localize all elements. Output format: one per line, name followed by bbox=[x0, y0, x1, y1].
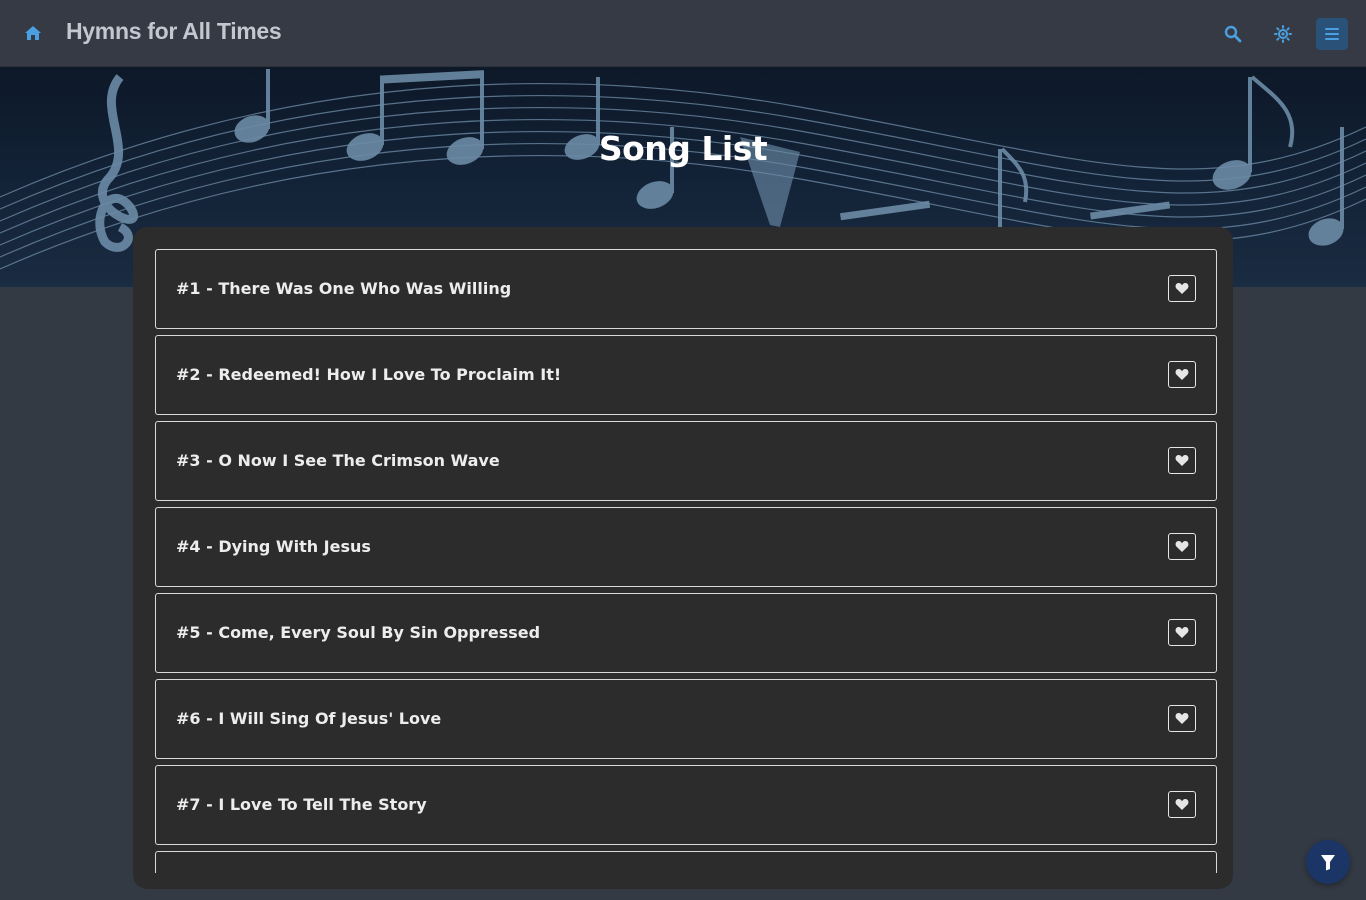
home-button[interactable] bbox=[22, 22, 44, 44]
song-item-5[interactable]: #5 - Come, Every Soul By Sin Oppressed bbox=[155, 593, 1217, 673]
favorite-button[interactable] bbox=[1168, 275, 1196, 302]
song-list-panel: #1 - There Was One Who Was Willing #2 - … bbox=[133, 227, 1233, 889]
song-list[interactable]: #1 - There Was One Who Was Willing #2 - … bbox=[155, 249, 1217, 873]
hamburger-menu-icon bbox=[1325, 28, 1339, 40]
heart-icon bbox=[1175, 369, 1189, 380]
favorite-button[interactable] bbox=[1168, 447, 1196, 474]
song-title: #5 - Come, Every Soul By Sin Oppressed bbox=[176, 623, 541, 642]
favorite-button[interactable] bbox=[1168, 361, 1196, 388]
song-item-2[interactable]: #2 - Redeemed! How I Love To Proclaim It… bbox=[155, 335, 1217, 415]
heart-icon bbox=[1175, 627, 1189, 638]
theme-toggle-button[interactable] bbox=[1267, 18, 1299, 50]
page-title: Song List bbox=[598, 129, 768, 168]
filter-button[interactable] bbox=[1306, 840, 1350, 884]
song-item-7[interactable]: #7 - I Love To Tell The Story bbox=[155, 765, 1217, 845]
filter-icon bbox=[1321, 854, 1335, 870]
song-item-4[interactable]: #4 - Dying With Jesus bbox=[155, 507, 1217, 587]
heart-icon bbox=[1175, 455, 1189, 466]
sun-icon bbox=[1274, 25, 1292, 43]
heart-icon bbox=[1175, 283, 1189, 294]
song-title: #4 - Dying With Jesus bbox=[176, 537, 371, 556]
brand-title[interactable]: Hymns for All Times bbox=[66, 18, 282, 45]
heart-icon bbox=[1175, 713, 1189, 724]
song-item-6[interactable]: #6 - I Will Sing Of Jesus' Love bbox=[155, 679, 1217, 759]
song-item-8[interactable] bbox=[155, 851, 1217, 873]
heart-icon bbox=[1175, 541, 1189, 552]
search-icon bbox=[1224, 25, 1242, 43]
favorite-button[interactable] bbox=[1168, 619, 1196, 646]
favorite-button[interactable] bbox=[1168, 791, 1196, 818]
song-title: #7 - I Love To Tell The Story bbox=[176, 795, 427, 814]
song-title: #6 - I Will Sing Of Jesus' Love bbox=[176, 709, 442, 728]
song-title: #3 - O Now I See The Crimson Wave bbox=[176, 451, 500, 470]
song-title: #2 - Redeemed! How I Love To Proclaim It… bbox=[176, 365, 562, 384]
search-button[interactable] bbox=[1217, 18, 1249, 50]
heart-icon bbox=[1175, 799, 1189, 810]
song-title: #1 - There Was One Who Was Willing bbox=[176, 279, 512, 298]
home-icon bbox=[25, 26, 41, 40]
favorite-button[interactable] bbox=[1168, 533, 1196, 560]
top-navbar: Hymns for All Times bbox=[0, 0, 1366, 67]
song-item-3[interactable]: #3 - O Now I See The Crimson Wave bbox=[155, 421, 1217, 501]
menu-button[interactable] bbox=[1316, 18, 1348, 50]
favorite-button[interactable] bbox=[1168, 705, 1196, 732]
song-item-1[interactable]: #1 - There Was One Who Was Willing bbox=[155, 249, 1217, 329]
